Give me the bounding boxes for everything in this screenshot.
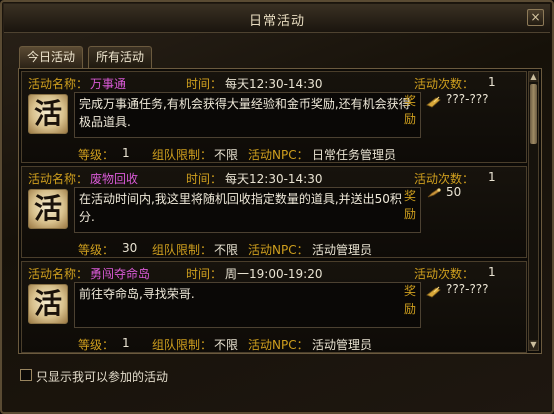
tab-all[interactable]: 所有活动: [88, 46, 152, 68]
npc-label: 活动NPC：: [248, 148, 309, 162]
activity-name-label: 活动名称：: [28, 172, 89, 186]
reward-scroll-icon: [426, 286, 441, 298]
activity-list: 活动名称： 万事通 时间： 每天12:30-14:30 活动次数： 1 活 完成…: [18, 68, 542, 354]
title-bar[interactable]: 日常活动 ×: [4, 4, 550, 33]
level-label: 等级：: [78, 148, 115, 162]
activity-time-label: 时间：: [186, 267, 223, 281]
activity-icon: 活: [28, 189, 68, 229]
activity-description: 完成万事通任务,有机会获得大量经验和金币奖励,还有机会获得极品道具.: [74, 92, 421, 138]
close-icon[interactable]: ×: [527, 9, 544, 26]
team-limit-label: 组队限制：: [152, 148, 213, 162]
filter-label: 只显示我可以参加的活动: [36, 370, 169, 384]
scrollbar[interactable]: ▲ ▼: [528, 71, 539, 351]
npc-value: 日常任务管理员: [312, 148, 397, 162]
scroll-up-icon[interactable]: ▲: [529, 72, 538, 82]
team-limit-value: 不限: [214, 338, 239, 352]
activity-time: 每天12:30-14:30: [225, 172, 323, 186]
team-limit-label: 组队限制：: [152, 243, 213, 257]
npc-value: 活动管理员: [312, 243, 373, 257]
activity-time-label: 时间：: [186, 77, 223, 91]
team-limit-value: 不限: [214, 243, 239, 257]
activity-count: 1: [488, 265, 496, 279]
activity-name: 勇闯夺命岛: [90, 267, 151, 281]
activity-entry[interactable]: 活动名称： 万事通 时间： 每天12:30-14:30 活动次数： 1 活 完成…: [21, 71, 527, 163]
reward-scroll-icon: [426, 96, 441, 108]
activity-description: 前往夺命岛,寻找荣哥.: [74, 282, 421, 328]
activity-icon: 活: [28, 94, 68, 134]
level-value: 1: [122, 336, 130, 350]
tab-today[interactable]: 今日活动: [19, 46, 83, 68]
activity-time: 每天12:30-14:30: [225, 77, 323, 91]
npc-label: 活动NPC：: [248, 243, 309, 257]
filter-checkbox[interactable]: [20, 369, 32, 381]
level-label: 等级：: [78, 243, 115, 257]
activity-count: 1: [488, 170, 496, 184]
level-label: 等级：: [78, 338, 115, 352]
reward-value: ???-???: [446, 92, 489, 106]
activity-icon: 活: [28, 284, 68, 324]
level-value: 1: [122, 146, 130, 160]
reward-trumpet-icon: [427, 188, 441, 198]
activity-count-label: 活动次数：: [414, 77, 475, 91]
team-limit-label: 组队限制：: [152, 338, 213, 352]
activity-name: 万事通: [90, 77, 127, 91]
npc-value: 活动管理员: [312, 338, 373, 352]
reward-value: 50: [446, 185, 462, 199]
activity-count: 1: [488, 75, 496, 89]
activity-name-label: 活动名称：: [28, 267, 89, 281]
activity-count-label: 活动次数：: [414, 172, 475, 186]
daily-activities-window: 日常活动 × 今日活动 所有活动 活动名称： 万事通 时间： 每天12:30-1…: [0, 0, 554, 414]
scroll-down-icon[interactable]: ▼: [529, 340, 538, 350]
reward-value: ???-???: [446, 282, 489, 296]
team-limit-value: 不限: [214, 148, 239, 162]
reward-label: 奖励: [404, 284, 417, 316]
npc-label: 活动NPC：: [248, 338, 309, 352]
scroll-thumb[interactable]: [530, 84, 537, 144]
activity-entry[interactable]: 活动名称： 废物回收 时间： 每天12:30-14:30 活动次数： 1 活 在…: [21, 166, 527, 258]
reward-label: 奖励: [404, 94, 417, 126]
activity-count-label: 活动次数：: [414, 267, 475, 281]
window-title: 日常活动: [248, 14, 305, 29]
level-value: 30: [122, 241, 138, 255]
activity-time-label: 时间：: [186, 172, 223, 186]
activity-entry[interactable]: 活动名称： 勇闯夺命岛 时间： 周一19:00-19:20 活动次数： 1 活 …: [21, 261, 527, 353]
reward-label: 奖励: [404, 189, 417, 221]
activity-description: 在活动时间内,我这里将随机回收指定数量的道具,并送出50积分.: [74, 187, 421, 233]
activity-time: 周一19:00-19:20: [225, 267, 323, 281]
activity-name: 废物回收: [90, 172, 139, 186]
activity-name-label: 活动名称：: [28, 77, 89, 91]
